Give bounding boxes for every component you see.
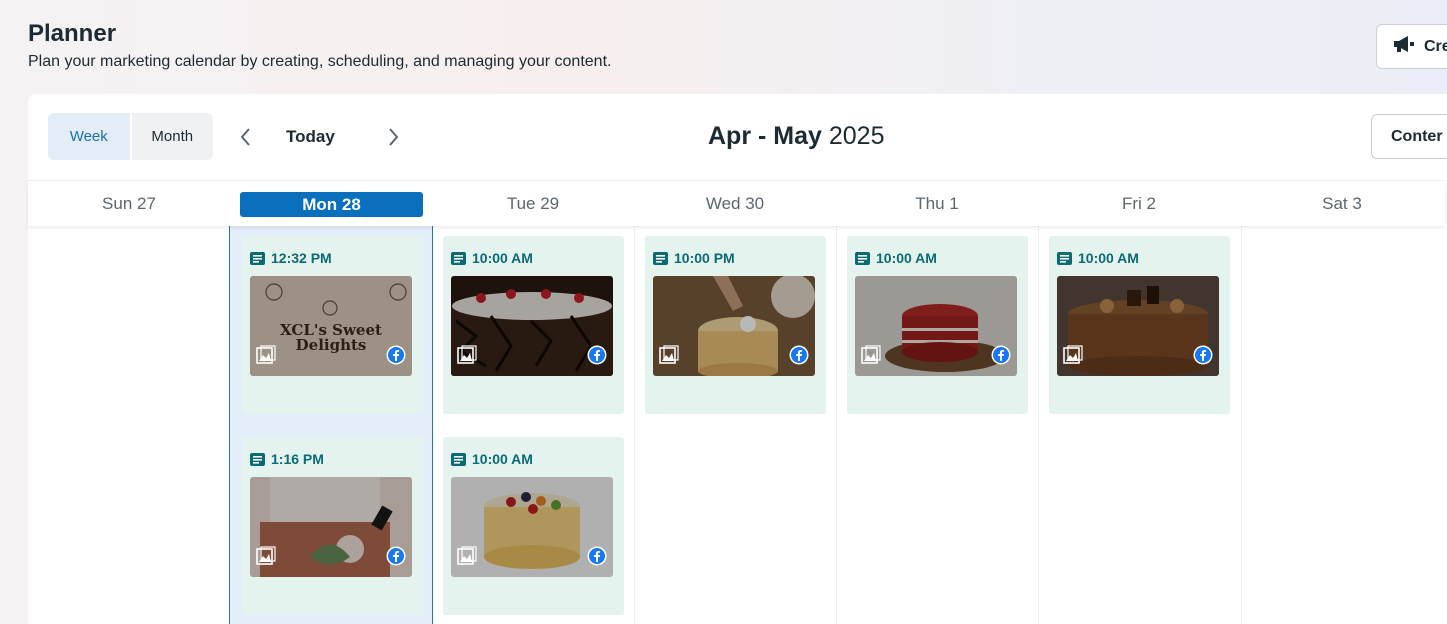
- post-card[interactable]: 12:32 PM XCL's Sweet Delights: [242, 236, 423, 414]
- view-switch: Week Month: [48, 113, 213, 160]
- facebook-icon: [1193, 345, 1213, 370]
- day-header-mon-today[interactable]: Mon 28: [240, 192, 423, 217]
- next-week-button[interactable]: [381, 125, 405, 149]
- post-thumbnail[interactable]: XCL's Sweet Delights: [250, 276, 412, 376]
- previous-week-button[interactable]: [234, 125, 258, 149]
- column-divider: [1038, 226, 1039, 624]
- post-type-icon: [250, 251, 265, 265]
- photo-icon: [256, 546, 276, 571]
- date-range-year: 2025: [828, 122, 885, 150]
- day-header-sun[interactable]: Sun 27: [28, 181, 230, 227]
- month-view-button[interactable]: Month: [129, 113, 214, 160]
- megaphone-icon: [1393, 35, 1415, 58]
- post-card[interactable]: 10:00 PM: [645, 236, 826, 414]
- facebook-icon: [587, 546, 607, 571]
- post-time: 12:32 PM: [250, 250, 332, 266]
- facebook-icon: [789, 345, 809, 370]
- post-thumbnail[interactable]: [855, 276, 1017, 376]
- post-time: 10:00 AM: [451, 451, 533, 467]
- post-thumbnail[interactable]: [451, 477, 613, 577]
- post-card[interactable]: 1:16 PM: [242, 437, 423, 615]
- column-divider: [634, 226, 635, 624]
- calendar-card: Week Month Today Apr - May 2025 Conter S…: [28, 94, 1447, 624]
- post-time: 10:00 AM: [855, 250, 937, 266]
- today-button[interactable]: Today: [286, 127, 335, 147]
- post-card[interactable]: 10:00 AM: [847, 236, 1028, 414]
- post-type-icon: [855, 251, 870, 265]
- date-range-months: Apr - May: [708, 122, 822, 150]
- photo-icon: [659, 345, 679, 370]
- post-time-label: 1:16 PM: [271, 451, 324, 467]
- post-card[interactable]: 10:00 AM: [443, 437, 624, 615]
- create-button[interactable]: Cre: [1376, 24, 1447, 69]
- post-time-label: 10:00 AM: [1078, 250, 1139, 266]
- post-type-icon: [250, 452, 265, 466]
- facebook-icon: [386, 546, 406, 571]
- page-title: Planner: [28, 20, 117, 47]
- chevron-left-icon: [240, 128, 250, 146]
- column-divider: [836, 226, 837, 624]
- post-time: 10:00 AM: [1057, 250, 1139, 266]
- create-button-label: Cre: [1424, 37, 1447, 55]
- post-thumbnail[interactable]: [451, 276, 613, 376]
- post-time: 10:00 AM: [451, 250, 533, 266]
- facebook-icon: [386, 345, 406, 370]
- post-time-label: 10:00 AM: [876, 250, 937, 266]
- post-thumbnail[interactable]: [1057, 276, 1219, 376]
- page-subtitle: Plan your marketing calendar by creating…: [28, 53, 612, 70]
- day-header-row: Sun 27 Mon 28 Tue 29 Wed 30 Thu 1 Fri 2 …: [28, 180, 1445, 226]
- post-time: 10:00 PM: [653, 250, 735, 266]
- post-thumbnail[interactable]: [250, 477, 412, 577]
- content-button[interactable]: Conter: [1371, 114, 1447, 159]
- week-view-button[interactable]: Week: [48, 113, 130, 160]
- photo-icon: [256, 345, 276, 370]
- photo-icon: [457, 345, 477, 370]
- photo-icon: [861, 345, 881, 370]
- day-header-thu[interactable]: Thu 1: [836, 181, 1038, 227]
- chevron-right-icon: [389, 128, 399, 146]
- facebook-icon: [991, 345, 1011, 370]
- post-time-label: 10:00 AM: [472, 250, 533, 266]
- photo-icon: [1063, 345, 1083, 370]
- post-type-icon: [451, 452, 466, 466]
- day-header-fri[interactable]: Fri 2: [1038, 181, 1240, 227]
- day-header-sat[interactable]: Sat 3: [1241, 181, 1443, 227]
- post-card[interactable]: 10:00 AM: [443, 236, 624, 414]
- photo-icon: [457, 546, 477, 571]
- post-type-icon: [1057, 251, 1072, 265]
- post-type-icon: [653, 251, 668, 265]
- post-time-label: 12:32 PM: [271, 250, 332, 266]
- post-time-label: 10:00 AM: [472, 451, 533, 467]
- post-time: 1:16 PM: [250, 451, 324, 467]
- day-header-wed[interactable]: Wed 30: [634, 181, 836, 227]
- day-header-tue[interactable]: Tue 29: [432, 181, 634, 227]
- post-time-label: 10:00 PM: [674, 250, 735, 266]
- date-range-title: Apr - May 2025: [708, 122, 884, 151]
- column-divider: [1241, 226, 1242, 624]
- facebook-icon: [587, 345, 607, 370]
- post-type-icon: [451, 251, 466, 265]
- post-card[interactable]: 10:00 AM: [1049, 236, 1230, 414]
- post-thumbnail[interactable]: [653, 276, 815, 376]
